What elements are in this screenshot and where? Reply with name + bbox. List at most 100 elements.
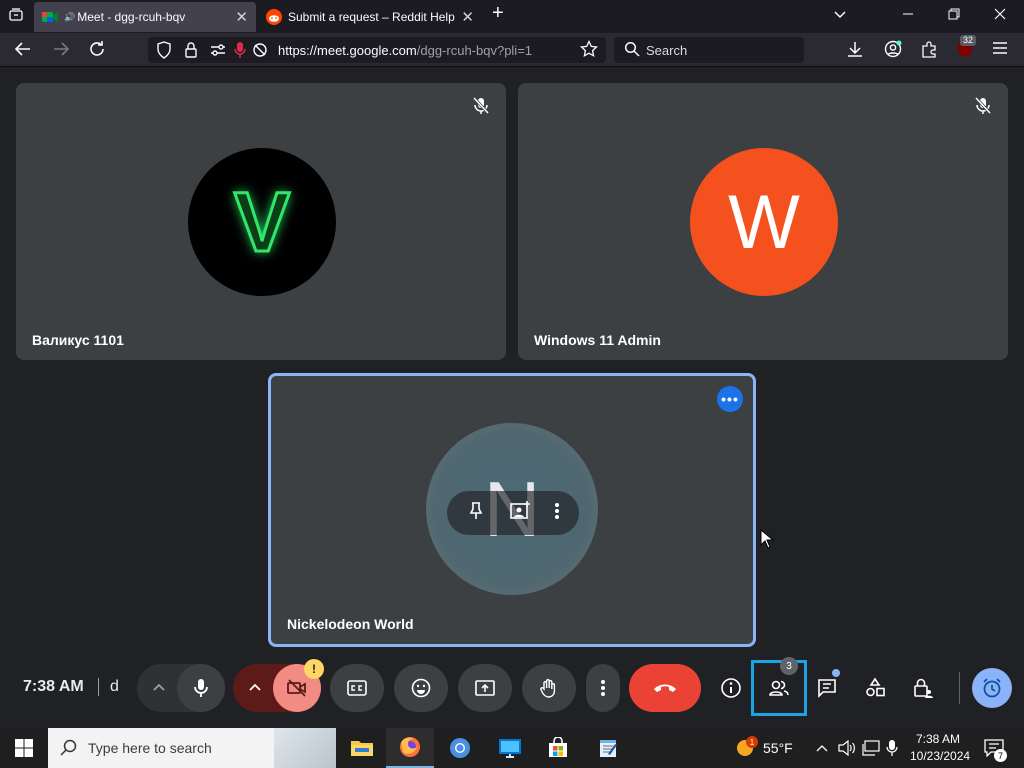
downloads-icon[interactable]: [846, 40, 864, 64]
chrome-app[interactable]: [436, 728, 484, 768]
reactions-button[interactable]: [394, 664, 448, 712]
host-controls-button[interactable]: [903, 668, 943, 708]
browser-navigation-bar: https://meet.google.com/dgg-rcuh-bqv?pli…: [0, 33, 1024, 67]
search-highlight-image: [274, 728, 336, 768]
permissions-icon[interactable]: [210, 41, 226, 64]
browser-tab-bar: 🔊 Meet - dgg-rcuh-bqv ✕ Submit a request…: [0, 0, 1024, 33]
present-to-all-icon: [475, 680, 495, 696]
meeting-details-button[interactable]: [711, 668, 751, 708]
remote-desktop-app[interactable]: [486, 728, 534, 768]
search-icon: [624, 41, 640, 63]
weather-temperature[interactable]: 55°F: [763, 740, 793, 756]
participant-name: Валикус 1101: [32, 332, 124, 348]
file-explorer-app[interactable]: [338, 728, 386, 768]
more-vert-icon: [601, 680, 605, 696]
divider: [959, 672, 960, 704]
close-tab-icon[interactable]: ✕: [235, 8, 248, 26]
video-options-button[interactable]: [233, 664, 277, 712]
tab-list-icon[interactable]: [8, 7, 24, 28]
close-window-icon[interactable]: [994, 7, 1006, 25]
lock-person-icon: [914, 678, 933, 698]
people-icon: [769, 680, 789, 696]
present-screen-button[interactable]: [458, 664, 512, 712]
people-count-badge: 3: [780, 657, 798, 675]
new-tab-button[interactable]: +: [492, 3, 504, 23]
microphone-muted-icon: [470, 95, 492, 117]
microsoft-store-app[interactable]: [534, 728, 582, 768]
remote-desktop-icon: [499, 739, 521, 758]
tab-meet[interactable]: 🔊 Meet - dgg-rcuh-bqv ✕: [34, 2, 256, 32]
meet-control-bar: 7:38 AM d ! 3: [0, 648, 1024, 728]
pin-icon[interactable]: [466, 501, 486, 526]
reload-icon[interactable]: [88, 40, 106, 64]
account-icon[interactable]: [884, 40, 902, 64]
network-icon[interactable]: [862, 740, 880, 761]
timer-button[interactable]: [972, 668, 1012, 708]
taskbar-search-box[interactable]: Type here to search: [48, 728, 336, 768]
chat-button[interactable]: [807, 668, 847, 708]
taskbar-search-placeholder: Type here to search: [88, 740, 212, 756]
activities-shapes-icon: [866, 677, 885, 697]
audio-options-button[interactable]: [137, 664, 181, 712]
address-bar[interactable]: https://meet.google.com/dgg-rcuh-bqv?pli…: [148, 37, 606, 63]
more-vert-icon[interactable]: [554, 501, 560, 526]
tracking-protection-shield-icon[interactable]: [156, 41, 172, 64]
raise-hand-button[interactable]: [522, 664, 576, 712]
info-icon: [721, 678, 741, 698]
notepad-app[interactable]: [584, 728, 632, 768]
bookmark-star-icon[interactable]: [580, 39, 598, 64]
avatar-initial: W: [728, 179, 800, 265]
microphone-icon: [194, 679, 208, 697]
close-tab-icon[interactable]: ✕: [461, 8, 474, 26]
chat-notification-dot: [832, 669, 840, 677]
extensions-puzzle-icon[interactable]: [920, 40, 938, 64]
back-arrow-icon[interactable]: [14, 40, 32, 64]
meeting-code: d: [110, 678, 119, 695]
leave-call-button[interactable]: [629, 664, 701, 712]
chevron-up-icon: [249, 683, 261, 691]
meeting-time: 7:38 AM: [23, 678, 84, 695]
edit-background-icon[interactable]: [509, 500, 531, 527]
microphone-sharing-icon[interactable]: [234, 41, 246, 64]
volume-icon[interactable]: [838, 739, 856, 761]
microphone-muted-icon: [972, 95, 994, 117]
list-all-tabs-chevron-icon[interactable]: [833, 7, 847, 26]
reddit-favicon: [266, 9, 282, 25]
more-options-button[interactable]: •••: [717, 386, 743, 412]
windows-taskbar: Type here to search 1 55°F 7:38 AM 10/23…: [0, 728, 1024, 768]
chromium-icon: [450, 738, 470, 758]
taskbar-clock-time[interactable]: 7:38 AM: [916, 732, 960, 746]
show-hidden-icons-chevron-icon[interactable]: [816, 742, 828, 760]
start-button[interactable]: [0, 728, 48, 768]
tab-title: Submit a request – Reddit Help: [288, 10, 455, 24]
self-participant-tile[interactable]: N ••• Nickelodeon World: [268, 373, 756, 647]
more-options-button[interactable]: [586, 664, 620, 712]
firefox-app[interactable]: [386, 728, 434, 768]
tab-title: Meet - dgg-rcuh-bqv: [77, 10, 186, 24]
microphone-in-use-icon[interactable]: [886, 739, 898, 762]
tab-reddit[interactable]: Submit a request – Reddit Help ✕: [258, 2, 482, 32]
minimize-window-icon[interactable]: [902, 7, 914, 25]
sound-icon[interactable]: 🔊: [64, 12, 75, 23]
participant-tile[interactable]: V Валикус 1101: [16, 83, 506, 360]
folder-icon: [351, 741, 373, 756]
closed-captions-icon: [347, 680, 367, 696]
participant-tile[interactable]: W Windows 11 Admin: [518, 83, 1008, 360]
taskbar-clock-date[interactable]: 10/23/2024: [910, 749, 970, 763]
search-icon: [60, 739, 78, 762]
emoji-icon: [411, 678, 431, 698]
participant-avatar: V: [188, 148, 336, 296]
camera-warning-badge: !: [304, 659, 324, 679]
web-search-field[interactable]: Search: [614, 37, 804, 63]
avatar-initial: V: [232, 173, 291, 270]
tile-hover-controls: [447, 491, 579, 535]
lock-icon[interactable]: [184, 41, 198, 64]
hamburger-menu-icon[interactable]: [992, 40, 1008, 62]
forward-arrow-icon[interactable]: [52, 40, 70, 64]
microphone-button[interactable]: [177, 664, 225, 712]
camera-blocked-icon[interactable]: [252, 41, 268, 64]
mouse-cursor-icon: [760, 528, 775, 554]
captions-button[interactable]: [330, 664, 384, 712]
activities-button[interactable]: [855, 668, 895, 708]
restore-window-icon[interactable]: [948, 7, 960, 25]
